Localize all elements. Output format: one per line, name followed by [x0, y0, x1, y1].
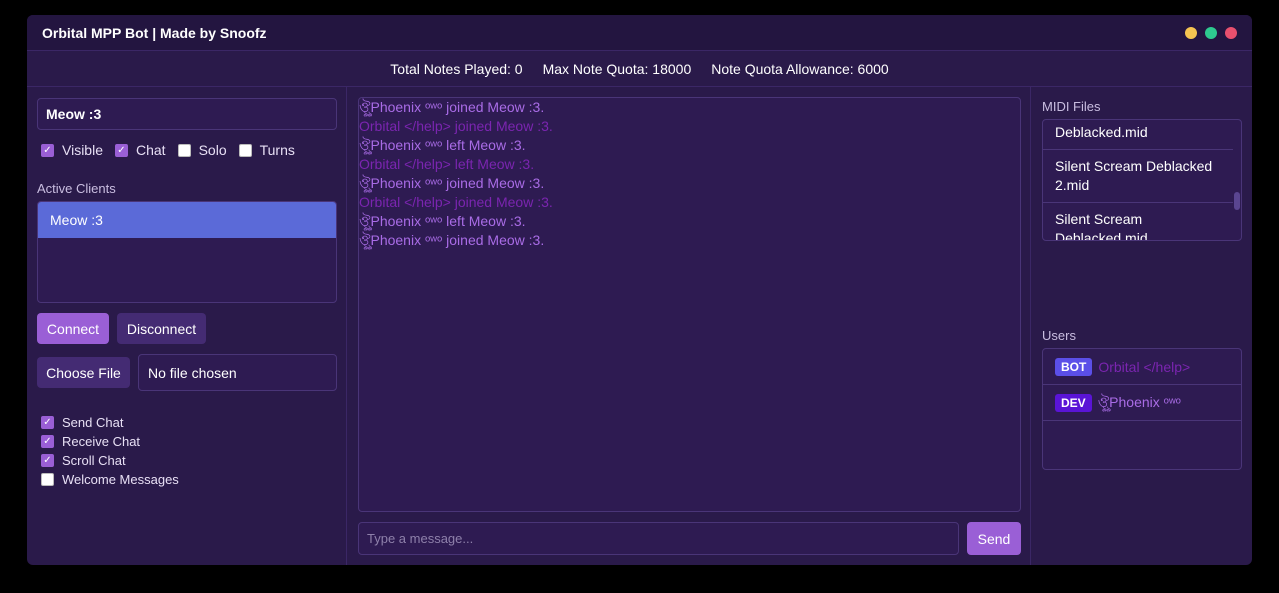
- stats-bar: Total Notes Played: 0 Max Note Quota: 18…: [27, 51, 1252, 87]
- welcome-messages-option[interactable]: Welcome Messages: [41, 470, 179, 489]
- active-clients-list: Meow :3: [37, 201, 337, 303]
- chat-message: Orbital </help> joined Meow :3.: [359, 194, 553, 210]
- chat-panel: ঔৣPhoenix ᵒʷᵒ joined Meow :3. Orbital </…: [348, 87, 1031, 565]
- total-notes-stat: Total Notes Played: 0: [390, 60, 523, 77]
- client-item[interactable]: Meow :3: [38, 202, 336, 238]
- chat-option[interactable]: ✓ Chat: [115, 142, 166, 158]
- scroll-chat-label: Scroll Chat: [62, 453, 126, 468]
- scroll-chat-option[interactable]: ✓ Scroll Chat: [41, 451, 179, 470]
- user-row[interactable]: DEV ঔৣPhoenix ᵒʷᵒ: [1043, 385, 1241, 421]
- chat-checkbox[interactable]: ✓: [115, 143, 128, 157]
- send-button[interactable]: Send: [967, 522, 1021, 555]
- bot-badge: BOT: [1055, 357, 1093, 376]
- send-chat-label: Send Chat: [62, 415, 124, 430]
- visible-option[interactable]: ✓ Visible: [41, 142, 103, 158]
- turns-checkbox[interactable]: [238, 143, 252, 157]
- midi-scrollbar[interactable]: [1233, 120, 1241, 240]
- user-name: ঔৣPhoenix ᵒʷᵒ: [1097, 393, 1181, 410]
- room-options: ✓ Visible ✓ Chat Solo Turns: [41, 142, 307, 158]
- close-dot[interactable]: [1225, 26, 1237, 39]
- room-name-input[interactable]: [37, 98, 337, 130]
- minimize-dot[interactable]: [1185, 26, 1197, 39]
- right-panel: MIDI Files Deblacked.mid Silent Scream D…: [1032, 87, 1252, 565]
- user-name: Orbital </help>: [1098, 358, 1191, 375]
- dev-badge: DEV: [1055, 393, 1092, 412]
- midi-files-label: MIDI Files: [1042, 99, 1101, 114]
- users-label: Users: [1042, 328, 1076, 343]
- chat-message: ঔৣPhoenix ᵒʷᵒ joined Meow :3.: [359, 99, 545, 115]
- receive-chat-checkbox[interactable]: ✓: [41, 435, 54, 448]
- midi-file-list[interactable]: Deblacked.mid Silent Scream Deblacked 2.…: [1042, 119, 1242, 241]
- file-status: No file chosen: [138, 354, 337, 391]
- chat-label: Chat: [136, 142, 166, 158]
- welcome-messages-checkbox[interactable]: [41, 473, 54, 486]
- max-quota-stat: Max Note Quota: 18000: [542, 60, 692, 77]
- connect-button[interactable]: Connect: [37, 313, 109, 344]
- send-chat-checkbox[interactable]: ✓: [41, 416, 54, 429]
- user-row[interactable]: BOT Orbital </help>: [1043, 349, 1241, 385]
- window-title: Orbital MPP Bot | Made by Snoofz: [42, 24, 267, 41]
- chat-message: ঔৣPhoenix ᵒʷᵒ joined Meow :3.: [359, 175, 545, 191]
- choose-file-button[interactable]: Choose File: [37, 357, 130, 388]
- users-list: BOT Orbital </help> DEV ঔৣPhoenix ᵒʷᵒ: [1042, 348, 1242, 470]
- visible-checkbox[interactable]: ✓: [41, 143, 54, 157]
- receive-chat-option[interactable]: ✓ Receive Chat: [41, 432, 179, 451]
- chat-message: ঔৣPhoenix ᵒʷᵒ left Meow :3.: [359, 213, 526, 229]
- scroll-chat-checkbox[interactable]: ✓: [41, 454, 54, 467]
- solo-option[interactable]: Solo: [177, 142, 227, 158]
- midi-file-item[interactable]: Silent Scream Deblacked.mid: [1043, 203, 1233, 240]
- disconnect-button[interactable]: Disconnect: [117, 313, 206, 344]
- midi-file-item[interactable]: Silent Scream Deblacked 2.mid: [1043, 150, 1233, 203]
- app-window: Orbital MPP Bot | Made by Snoofz Total N…: [27, 15, 1252, 565]
- send-chat-option[interactable]: ✓ Send Chat: [41, 413, 179, 432]
- active-clients-label: Active Clients: [37, 181, 116, 196]
- turns-option[interactable]: Turns: [238, 142, 295, 158]
- title-bar: Orbital MPP Bot | Made by Snoofz: [27, 15, 1252, 51]
- welcome-messages-label: Welcome Messages: [62, 472, 179, 487]
- window-controls: [1185, 26, 1237, 39]
- midi-file-item[interactable]: Deblacked.mid: [1043, 120, 1233, 150]
- visible-label: Visible: [62, 142, 103, 158]
- message-input[interactable]: [358, 522, 959, 555]
- midi-scrollbar-thumb[interactable]: [1234, 192, 1240, 210]
- chat-options: ✓ Send Chat ✓ Receive Chat ✓ Scroll Chat…: [41, 413, 179, 489]
- maximize-dot[interactable]: [1205, 26, 1217, 39]
- chat-log[interactable]: ঔৣPhoenix ᵒʷᵒ joined Meow :3. Orbital </…: [358, 97, 1021, 512]
- solo-checkbox[interactable]: [177, 143, 191, 157]
- chat-message: Orbital </help> joined Meow :3.: [359, 118, 553, 134]
- chat-message: ঔৣPhoenix ᵒʷᵒ joined Meow :3.: [359, 232, 545, 248]
- solo-label: Solo: [198, 142, 227, 158]
- receive-chat-label: Receive Chat: [62, 434, 141, 449]
- chat-message: ঔৣPhoenix ᵒʷᵒ left Meow :3.: [359, 137, 526, 153]
- chat-message: Orbital </help> left Meow :3.: [359, 156, 535, 172]
- turns-label: Turns: [259, 142, 295, 158]
- quota-allowance-stat: Note Quota Allowance: 6000: [711, 60, 889, 77]
- left-panel: ✓ Visible ✓ Chat Solo Turns Active Clien…: [27, 87, 347, 565]
